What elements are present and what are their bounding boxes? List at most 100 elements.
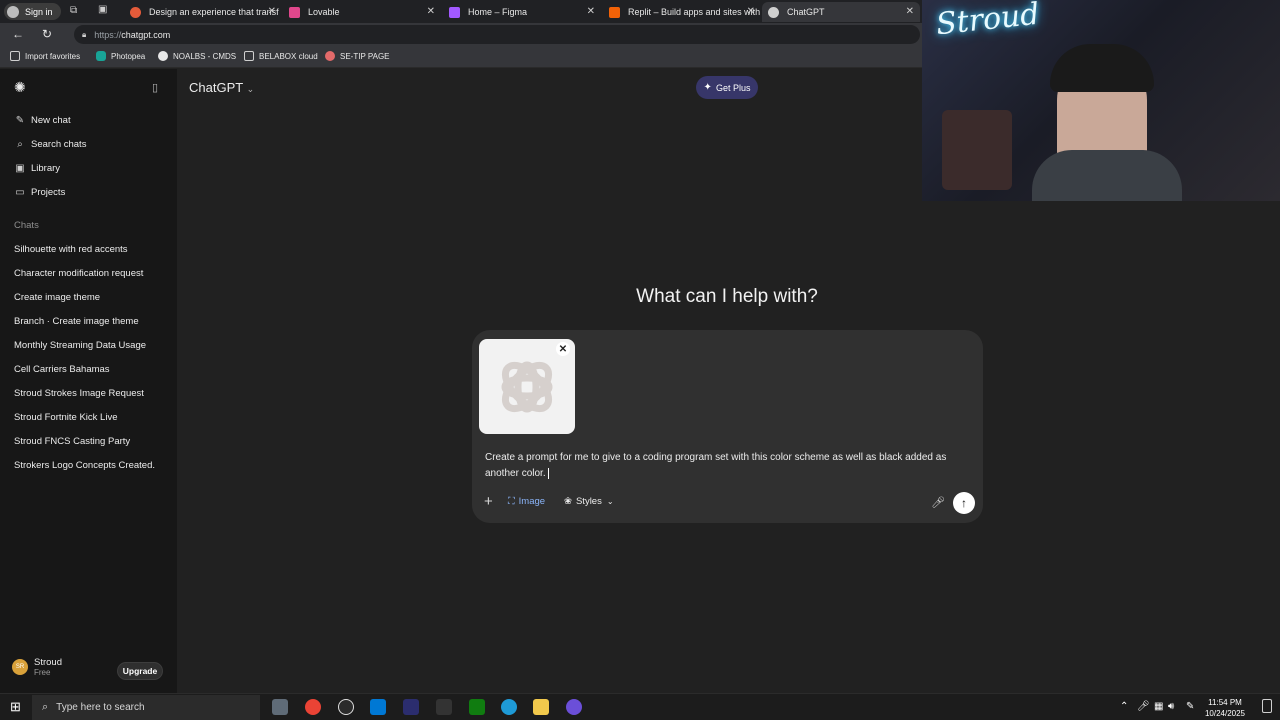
- chat-item[interactable]: Stroud Fortnite Kick Live: [14, 412, 118, 423]
- chevron-up-icon[interactable]: ⌃: [1120, 701, 1128, 712]
- import-icon: [10, 51, 20, 61]
- close-icon[interactable]: ✕: [906, 6, 914, 17]
- model-label: ChatGPT: [189, 80, 243, 95]
- nav-search-chats[interactable]: ⌕ Search chats: [14, 139, 86, 150]
- get-plus-label: Get Plus: [715, 82, 751, 93]
- image-tool-label: Image: [518, 496, 546, 507]
- user-name: Stroud: [34, 657, 62, 668]
- remove-attachment-button[interactable]: ✕: [556, 342, 570, 356]
- styles-dropdown[interactable]: ❀ Styles ⌄: [564, 496, 614, 507]
- image-icon: ⛶: [508, 496, 515, 507]
- styles-label: Styles: [575, 496, 602, 507]
- chats-section-label: Chats: [14, 220, 39, 231]
- openai-logo-icon[interactable]: ✺: [14, 79, 26, 96]
- lock-icon: 🔒︎: [82, 29, 87, 39]
- clock[interactable]: 11:54 PM 10/24/2025: [1200, 697, 1250, 719]
- signin-label: Sign in: [25, 6, 53, 17]
- chat-item[interactable]: Monthly Streaming Data Usage: [14, 340, 146, 351]
- tab-actions-icon[interactable]: ▣: [98, 4, 107, 15]
- network-icon[interactable]: ▦: [1154, 701, 1163, 712]
- nav-projects[interactable]: ▭ Projects: [14, 187, 65, 198]
- send-button[interactable]: ↑: [953, 492, 975, 514]
- chevron-down-icon: ⌄: [246, 84, 255, 94]
- palette-icon: ❀: [564, 496, 572, 507]
- bookmark-import-favorites[interactable]: Import favorites: [10, 51, 80, 61]
- bookmarks-bar: Import favorites Photopea NOALBS - CMDS …: [0, 46, 922, 68]
- store-icon[interactable]: [370, 699, 386, 715]
- prompt-input[interactable]: Create a prompt for me to give to a codi…: [485, 450, 970, 482]
- bookmark-belabox[interactable]: BELABOX cloud: [244, 51, 318, 61]
- bookmark-se-tip[interactable]: SE-TIP PAGE: [325, 51, 390, 61]
- close-icon[interactable]: ✕: [747, 6, 755, 17]
- url-host: chatgpt.com: [121, 29, 171, 40]
- github-icon: [158, 51, 168, 61]
- upgrade-button[interactable]: Upgrade: [117, 662, 163, 680]
- tab-favicon-icon: [449, 6, 460, 18]
- url-field[interactable]: 🔒︎ https:// chatgpt.com: [74, 25, 920, 44]
- notifications-icon[interactable]: [1262, 699, 1272, 713]
- taskbar-search[interactable]: ⌕ Type here to search: [32, 695, 260, 720]
- add-attachment-icon[interactable]: +: [484, 493, 493, 510]
- toggle-sidebar-icon[interactable]: ▯: [152, 81, 158, 94]
- bookmark-photopea[interactable]: Photopea: [96, 51, 145, 61]
- chat-item[interactable]: Stroud FNCS Casting Party: [14, 436, 130, 447]
- workspaces-icon[interactable]: ⧉: [70, 5, 77, 16]
- xbox-icon[interactable]: [469, 699, 485, 715]
- search-icon: ⌕: [42, 701, 49, 713]
- bookmark-label: SE-TIP PAGE: [340, 51, 390, 61]
- chat-item[interactable]: Branch · Create image theme: [14, 316, 139, 327]
- tab-label: Home – Figma: [468, 7, 528, 17]
- chat-item[interactable]: Silhouette with red accents: [14, 244, 128, 255]
- get-plus-button[interactable]: ✦ Get Plus: [696, 76, 758, 99]
- chat-item[interactable]: Character modification request: [14, 268, 143, 279]
- signin-button[interactable]: Sign in: [4, 3, 61, 20]
- tab-figma[interactable]: Home – Figma ✕: [443, 2, 601, 22]
- file-explorer-icon[interactable]: [533, 699, 549, 715]
- folder-icon: ▭: [15, 187, 25, 198]
- bookmark-noalbs[interactable]: NOALBS - CMDS: [158, 51, 236, 61]
- nav-new-chat[interactable]: ✎ New chat: [14, 115, 71, 126]
- microphone-icon[interactable]: 🎤︎: [931, 496, 945, 509]
- tab-lovable[interactable]: Lovable ✕: [283, 2, 441, 22]
- neon-sign: Stroud: [934, 0, 1042, 43]
- close-icon[interactable]: ✕: [587, 6, 595, 17]
- webcam-overlay: Stroud: [922, 0, 1280, 201]
- tab-chatgpt[interactable]: ChatGPT ✕: [762, 2, 920, 22]
- openai-app-icon[interactable]: [338, 699, 354, 715]
- edit-icon: ✎: [15, 115, 25, 126]
- microphone-icon[interactable]: 🎤︎: [1137, 701, 1150, 712]
- notion-icon[interactable]: [403, 699, 419, 715]
- user-profile[interactable]: SR Stroud Free: [12, 657, 62, 677]
- nav-library[interactable]: ▣ Library: [14, 163, 60, 174]
- reload-icon[interactable]: ↻: [42, 27, 52, 41]
- page-icon: [244, 51, 254, 61]
- text-caret: [547, 467, 549, 479]
- obs-icon[interactable]: [566, 699, 582, 715]
- tab-design[interactable]: Design an experience that transf ✕: [124, 2, 282, 22]
- library-icon: ▣: [15, 163, 25, 174]
- chat-item[interactable]: Stroud Strokes Image Request: [14, 388, 144, 399]
- tab-favicon-icon: [130, 6, 141, 18]
- close-icon[interactable]: ✕: [427, 6, 435, 17]
- edge-icon[interactable]: [501, 699, 517, 715]
- search-placeholder: Type here to search: [56, 702, 145, 713]
- chat-item[interactable]: Cell Carriers Bahamas: [14, 364, 110, 375]
- volume-icon[interactable]: 🔊︎: [1168, 701, 1174, 712]
- model-selector[interactable]: ChatGPT ⌄: [189, 80, 254, 95]
- image-tool-button[interactable]: ⛶ Image: [508, 496, 545, 507]
- epic-games-icon[interactable]: [436, 699, 452, 715]
- task-view-icon[interactable]: [272, 699, 288, 715]
- tab-label: Lovable: [308, 7, 340, 17]
- streamelements-icon: [325, 51, 335, 61]
- avatar: SR: [12, 659, 28, 675]
- chrome-icon[interactable]: [305, 699, 321, 715]
- clock-date: 10/24/2025: [1204, 709, 1246, 718]
- tab-favicon-icon: [609, 6, 620, 18]
- back-icon[interactable]: ←: [12, 27, 24, 41]
- pen-icon[interactable]: ✎: [1186, 701, 1194, 712]
- tab-replit[interactable]: Replit – Build apps and sites with ✕: [603, 2, 761, 22]
- chat-item[interactable]: Strokers Logo Concepts Created.: [14, 460, 155, 471]
- windows-start-icon[interactable]: ⊞: [10, 699, 21, 715]
- bookmark-label: Import favorites: [25, 51, 81, 61]
- close-icon[interactable]: ✕: [268, 6, 276, 17]
